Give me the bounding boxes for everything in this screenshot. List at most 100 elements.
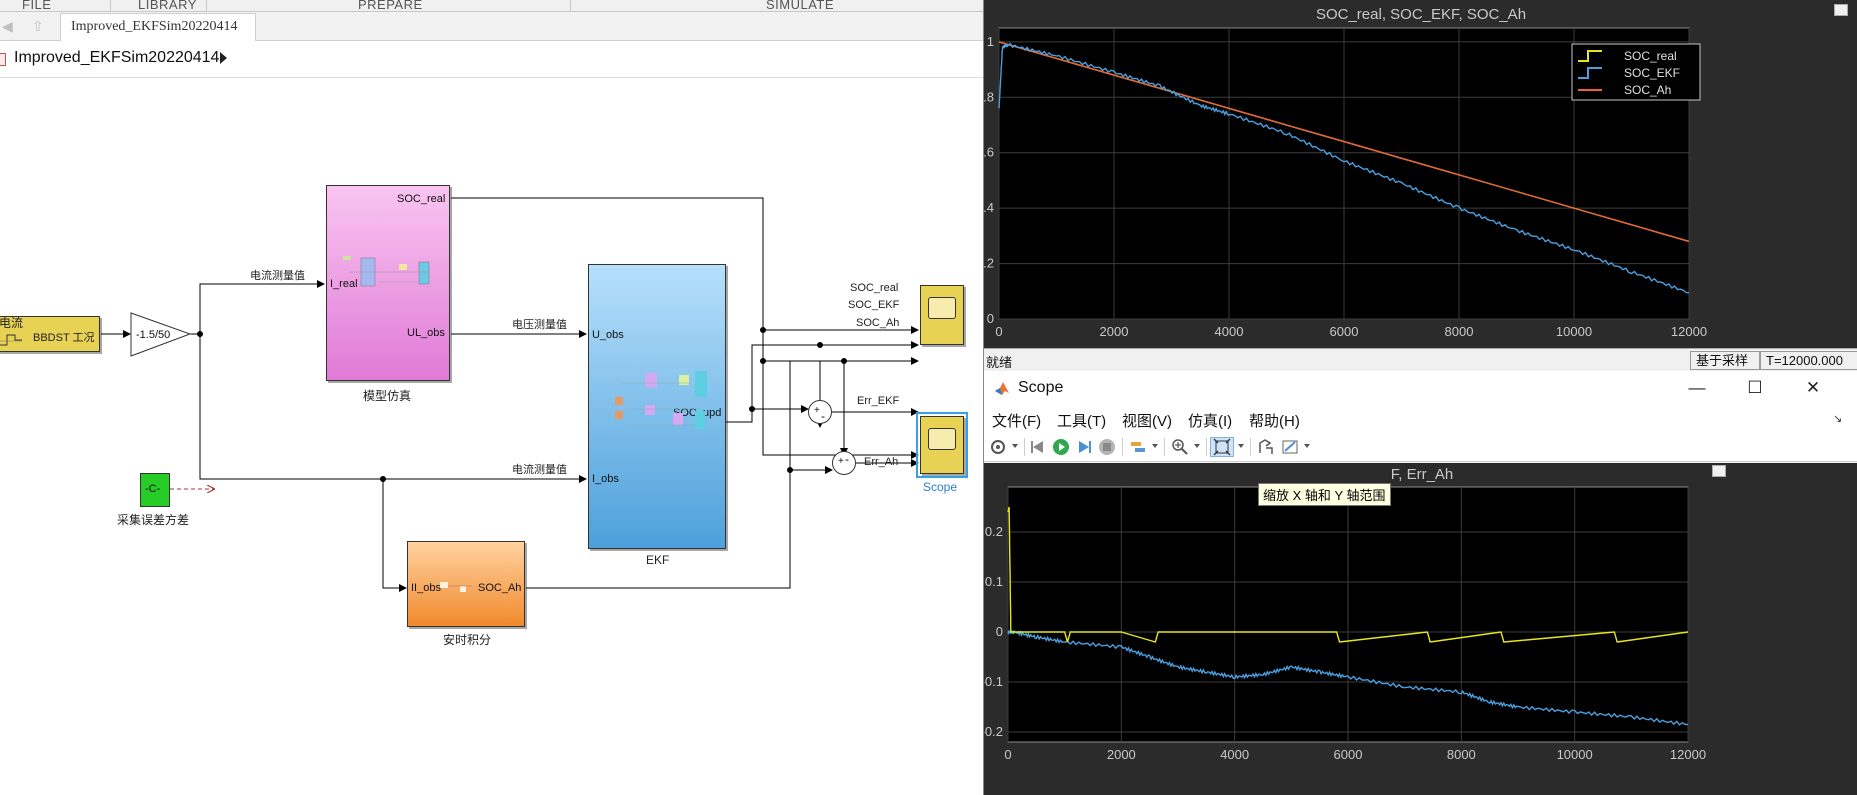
- x-tick-label: 8000: [1445, 324, 1474, 339]
- dock-arrow-icon[interactable]: ↘: [1833, 412, 1842, 425]
- highlight-dropdown-icon[interactable]: [1152, 444, 1158, 448]
- err-chart[interactable]: 0 2000 4000 6000 8000 10000 12000 -0.2 -0.1 0 0.1 0…: [984, 463, 1857, 795]
- sum-minus-sign: -: [845, 452, 849, 466]
- sum-plus-sign: +: [838, 456, 844, 467]
- menu-simulation[interactable]: 仿真(I): [1188, 410, 1232, 431]
- step-back-icon[interactable]: [1028, 437, 1048, 457]
- toolstrip: FILE LIBRARY PREPARE SIMULATE: [0, 0, 984, 12]
- zoom-dropdown-icon[interactable]: [1194, 444, 1200, 448]
- toolbar-separator: [1024, 438, 1025, 456]
- legend-label: SOC_Ah: [1624, 83, 1671, 97]
- sum-block-ah[interactable]: + -: [832, 451, 856, 475]
- matlab-logo-icon: [995, 382, 1009, 395]
- toolbar-separator: [1122, 438, 1123, 456]
- ekf-thumbnail: [615, 371, 707, 429]
- scope-block-soc[interactable]: [920, 285, 964, 345]
- menu-bar: 文件(F) 工具(T) 视图(V) 仿真(I) 帮助(H) ↘: [984, 406, 1857, 432]
- toolbar-separator: [1164, 438, 1165, 456]
- y-tick-label: 0: [987, 311, 994, 326]
- x-tick-label: 12000: [1671, 324, 1707, 339]
- signal-label-current-2: 电流测量值: [512, 464, 567, 476]
- menu-tools[interactable]: 工具(T): [1057, 410, 1106, 431]
- up-icon[interactable]: ⇧: [32, 18, 48, 34]
- scope-status-bar: 就绪 基于采样 T=12000.000: [984, 348, 1857, 371]
- settings-icon[interactable]: [988, 437, 1008, 457]
- y-tick-label: 0: [996, 624, 1003, 639]
- desktop: FILE LIBRARY PREPARE SIMULATE ◀ ⇧ Improv…: [0, 0, 1857, 795]
- y-tick-label: 0.1: [985, 574, 1003, 589]
- maximize-button[interactable]: ☐: [1744, 377, 1766, 399]
- sum-block-ekf[interactable]: + -: [808, 400, 832, 424]
- zoom-xy-dropdown-icon[interactable]: [1238, 444, 1244, 448]
- constant-block[interactable]: -C-: [140, 473, 170, 507]
- stop-icon[interactable]: [1097, 437, 1117, 457]
- source-block-label: BBDST 工况: [33, 332, 95, 344]
- status-ready: 就绪: [986, 355, 1013, 370]
- zoom-xy-icon[interactable]: [1210, 437, 1234, 457]
- close-button[interactable]: ✕: [1802, 377, 1824, 399]
- x-tick-label: 4000: [1220, 747, 1249, 762]
- toolstrip-divider: [110, 0, 111, 12]
- x-tick-label: 2000: [1100, 324, 1129, 339]
- y-tick-label: 1: [987, 34, 994, 49]
- measurement-icon[interactable]: [1256, 437, 1276, 457]
- menu-view[interactable]: 视图(V): [1122, 410, 1172, 431]
- scope-screen-icon: [928, 428, 956, 450]
- scope-screen-icon: [928, 297, 956, 319]
- tab-bar: ◀ ⇧ Improved_EKFSim20220414: [0, 12, 984, 41]
- run-icon[interactable]: [1051, 437, 1071, 457]
- gain-block[interactable]: -1.5/50: [130, 312, 192, 358]
- minimize-button[interactable]: —: [1686, 377, 1708, 399]
- y-tick-label: 0.2: [984, 256, 994, 271]
- step-forward-icon[interactable]: [1074, 437, 1094, 457]
- sum-plus-sign: +: [814, 405, 820, 416]
- scope-window-soc: SOC_real, SOC_EKF, SOC_Ah 0 2000 4000 6000 8…: [983, 0, 1857, 371]
- scope-toolbar: [984, 432, 1857, 462]
- x-tick-label: 2000: [1107, 747, 1136, 762]
- signal-label-soc-real: SOC_real: [850, 282, 899, 294]
- scope-window-err: Scope — ☐ ✕ 文件(F) 工具(T) 视图(V) 仿真(I) 帮助(H…: [983, 371, 1857, 795]
- ekf-block[interactable]: U_obs I_obs SOC_upd: [588, 264, 726, 549]
- model-sim-block[interactable]: SOC_real I_real UL_obs: [326, 185, 450, 381]
- breadcrumb[interactable]: Improved_EKFSim20220414: [14, 49, 219, 67]
- tab-model[interactable]: Improved_EKFSim20220414: [60, 13, 256, 41]
- zoom-in-icon[interactable]: [1170, 437, 1190, 457]
- x-tick-label: 12000: [1670, 747, 1706, 762]
- y-tick-label: 0.8: [984, 89, 994, 104]
- model-sim-caption: 模型仿真: [363, 389, 412, 403]
- scope-block-err[interactable]: [920, 416, 964, 474]
- port-ul-obs: UL_obs: [407, 327, 445, 339]
- toolstrip-section-prepare[interactable]: PREPARE: [358, 0, 423, 12]
- port-soc-real: SOC_real: [397, 193, 446, 205]
- breadcrumb-expand-icon[interactable]: [220, 52, 227, 64]
- toolstrip-section-file[interactable]: FILE: [22, 0, 51, 12]
- model-canvas[interactable]: 电流 BBDST 工况 -1.5/50 SOC_real I_real UL_o…: [0, 79, 984, 795]
- y-tick-label: -0.2: [984, 724, 1003, 739]
- back-icon[interactable]: ◀: [2, 18, 18, 34]
- status-sample-mode: 基于采样: [1690, 351, 1760, 370]
- menu-help[interactable]: 帮助(H): [1249, 410, 1300, 431]
- scope-caption: Scope: [923, 480, 958, 494]
- toolbar-separator: [1250, 438, 1251, 456]
- soc-chart[interactable]: 0 2000 4000 6000 8000 10000 12000 0 0.2 0.4 0.6 0.8…: [984, 0, 1857, 348]
- highlight-icon[interactable]: [1128, 437, 1148, 457]
- signal-label-err-ah: Err_Ah: [864, 456, 899, 468]
- x-tick-label: 10000: [1556, 324, 1592, 339]
- window-titlebar: Scope — ☐ ✕: [984, 371, 1857, 406]
- menu-file[interactable]: 文件(F): [992, 410, 1041, 431]
- err-plot-panel: F, Err_Ah 020004000600080001000012000-0.…: [984, 463, 1857, 795]
- status-time: T=12000.000: [1760, 351, 1857, 370]
- style-dropdown-icon[interactable]: [1304, 444, 1310, 448]
- legend-label: SOC_real: [1624, 49, 1677, 63]
- y-tick-label: 0.2: [985, 524, 1003, 539]
- bbdst-source-block[interactable]: 电流 BBDST 工况: [0, 316, 100, 352]
- ah-integration-block[interactable]: II_obs SOC_Ah: [407, 541, 525, 627]
- settings-dropdown-icon[interactable]: [1012, 444, 1018, 448]
- signal-label-err-ekf: Err_EKF: [857, 395, 900, 407]
- y-tick-label: -0.1: [984, 674, 1003, 689]
- signal-label-current-1: 电流测量值: [250, 270, 305, 282]
- toolstrip-section-library[interactable]: LIBRARY: [138, 0, 197, 12]
- style-icon[interactable]: [1280, 437, 1300, 457]
- toolstrip-section-simulate[interactable]: SIMULATE: [766, 0, 834, 12]
- signal-label-soc-ah: SOC_Ah: [856, 317, 900, 329]
